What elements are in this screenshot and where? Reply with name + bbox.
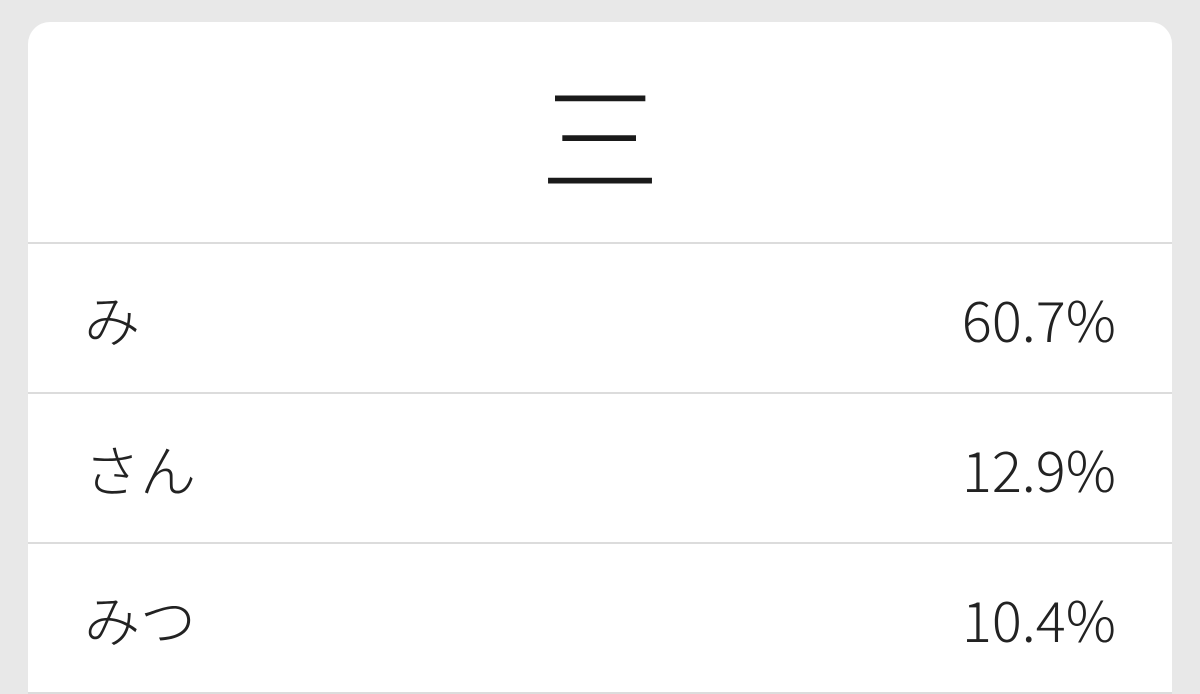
reading-percentage: 12.9% (962, 428, 1116, 509)
reading-percentage: 60.7% (962, 278, 1116, 359)
reading-text: さん (84, 428, 196, 509)
reading-text: みつ (84, 578, 196, 659)
reading-percentage: 10.4% (962, 578, 1116, 659)
kanji-header: 三 (28, 22, 1172, 244)
reading-row[interactable]: み 60.7% (28, 244, 1172, 394)
kanji-character: 三 (540, 72, 660, 192)
reading-row[interactable]: みつ 10.4% (28, 544, 1172, 694)
reading-text: み (84, 278, 140, 359)
reading-row[interactable]: さん 12.9% (28, 394, 1172, 544)
kanji-card: 三 み 60.7% さん 12.9% みつ 10.4% (28, 22, 1172, 694)
